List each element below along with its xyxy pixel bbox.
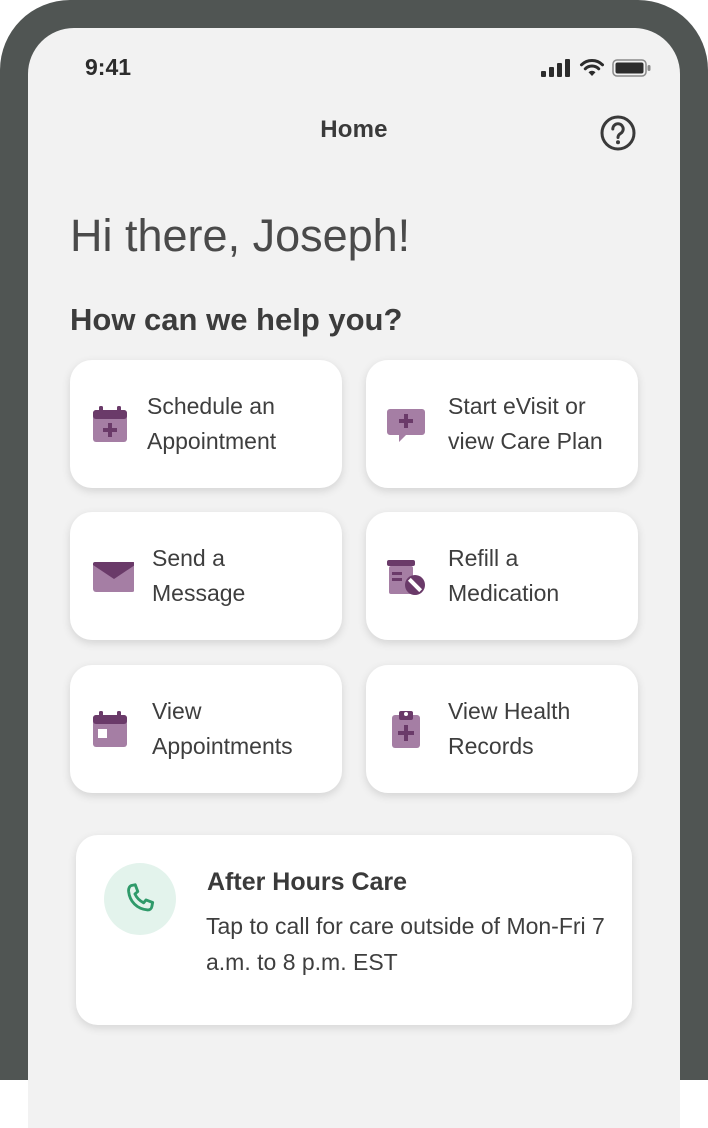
view-health-records-line2: Records: [448, 733, 534, 759]
device-frame: 9:41 Home Hi there, Joseph! How can we h…: [0, 0, 708, 1128]
help-button[interactable]: [599, 114, 637, 157]
schedule-appointment-button[interactable]: Schedule an Appointment: [70, 360, 342, 488]
schedule-appointment-line1: Schedule an: [147, 393, 275, 419]
help-heading: How can we help you?: [70, 302, 403, 337]
pill-bottle-icon: [387, 560, 425, 595]
refill-medication-label: Refill a Medication: [448, 541, 633, 611]
view-appointments-label: View Appointments: [152, 694, 337, 764]
refill-medication-line2: Medication: [448, 580, 560, 606]
start-evisit-line1: Start eVisit or: [448, 393, 586, 419]
envelope-icon: [93, 562, 134, 592]
app-screen: 9:41 Home Hi there, Joseph! How can we h…: [28, 28, 680, 1128]
phone-icon: [127, 883, 155, 912]
view-health-records-label: View Health Records: [448, 694, 633, 764]
calendar-plus-icon: [93, 406, 127, 442]
phone-icon-badge: [104, 863, 176, 935]
battery-icon: [612, 59, 651, 77]
greeting: Hi there, Joseph!: [70, 210, 411, 261]
view-appointments-button[interactable]: View Appointments: [70, 665, 342, 793]
view-appointments-line2: Appointments: [152, 733, 293, 759]
calendar-icon: [93, 711, 127, 747]
schedule-appointment-label: Schedule an Appointment: [147, 389, 332, 459]
send-message-label: Send a Message: [152, 541, 337, 611]
chat-plus-icon: [387, 409, 425, 442]
status-icons: [540, 58, 652, 78]
refill-medication-button[interactable]: Refill a Medication: [366, 512, 638, 640]
clipboard-plus-icon: [392, 711, 420, 748]
send-message-line1: Send a: [152, 545, 225, 571]
question-circle-icon: [600, 115, 636, 151]
send-message-button[interactable]: Send a Message: [70, 512, 342, 640]
view-health-records-button[interactable]: View Health Records: [366, 665, 638, 793]
start-evisit-label: Start eVisit or view Care Plan: [448, 389, 633, 459]
send-message-line2: Message: [152, 580, 246, 606]
after-hours-description: Tap to call for care outside of Mon-Fri …: [206, 913, 605, 975]
view-health-records-line1: View Health: [448, 698, 571, 724]
cellular-signal-icon: [541, 59, 570, 77]
page-title: Home: [320, 116, 388, 143]
status-bar: 9:41: [28, 28, 680, 108]
wifi-icon: [580, 59, 604, 76]
start-evisit-line2: view Care Plan: [448, 428, 603, 454]
view-appointments-line1: View: [152, 698, 202, 724]
start-evisit-button[interactable]: Start eVisit or view Care Plan: [366, 360, 638, 488]
refill-medication-line1: Refill a: [448, 545, 519, 571]
after-hours-care-button[interactable]: After Hours Care Tap to call for care ou…: [76, 835, 632, 1025]
status-time: 9:41: [85, 54, 132, 80]
after-hours-title: After Hours Care: [207, 868, 408, 896]
schedule-appointment-line2: Appointment: [147, 428, 277, 454]
